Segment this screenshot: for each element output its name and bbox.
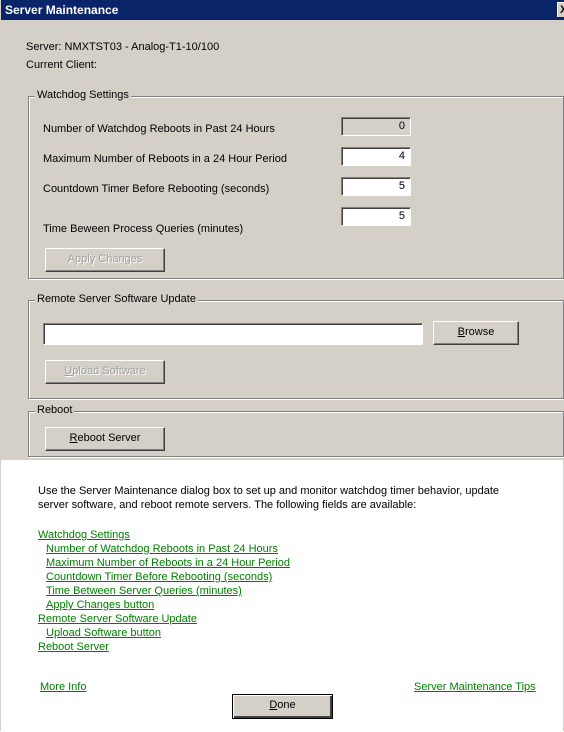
process-queries-label: Time Beween Process Queries (minutes) bbox=[43, 223, 244, 235]
max-reboots-input[interactable]: 4 bbox=[341, 147, 411, 166]
title-bar[interactable]: Server Maintenance X bbox=[1, 0, 564, 20]
software-update-group: Remote Server Software Update Browse Upl… bbox=[28, 293, 564, 399]
help-link-upload-software[interactable]: Upload Software button bbox=[46, 627, 161, 639]
help-link-max-reboots[interactable]: Maximum Number of Reboots in a 24 Hour P… bbox=[46, 557, 290, 569]
help-panel: Use the Server Maintenance dialog box to… bbox=[1, 460, 563, 732]
window-title: Server Maintenance bbox=[5, 3, 119, 17]
watchdog-reboots-label: Number of Watchdog Reboots in Past 24 Ho… bbox=[43, 123, 275, 135]
help-intro-line2: server software, and reboot remote serve… bbox=[38, 499, 417, 511]
watchdog-settings-legend: Watchdog Settings bbox=[35, 89, 131, 101]
reboot-legend: Reboot bbox=[35, 404, 75, 416]
software-path-input[interactable] bbox=[43, 323, 423, 345]
apply-changes-button[interactable]: Apply Changes bbox=[45, 248, 165, 272]
help-link-software-update[interactable]: Remote Server Software Update bbox=[38, 613, 197, 625]
more-info-link[interactable]: More Info bbox=[40, 681, 86, 693]
done-label: one bbox=[277, 699, 296, 711]
help-link-countdown-timer[interactable]: Countdown Timer Before Rebooting (second… bbox=[46, 571, 272, 583]
help-link-apply-changes[interactable]: Apply Changes button bbox=[46, 599, 154, 611]
upload-label: pload Software bbox=[72, 365, 146, 377]
countdown-timer-input[interactable]: 5 bbox=[341, 177, 411, 196]
browse-label: rowse bbox=[465, 326, 495, 338]
process-queries-input[interactable]: 5 bbox=[341, 207, 411, 226]
browse-mnemonic: B bbox=[457, 326, 465, 338]
help-link-server-queries[interactable]: Time Between Server Queries (minutes) bbox=[46, 585, 242, 597]
watchdog-settings-group: Watchdog Settings Number of Watchdog Reb… bbox=[28, 89, 564, 279]
help-link-reboot-server[interactable]: Reboot Server bbox=[38, 641, 109, 653]
watchdog-reboots-value: 0 bbox=[341, 117, 411, 136]
server-maintenance-tips-link[interactable]: Server Maintenance Tips bbox=[414, 681, 536, 693]
help-intro-line1: Use the Server Maintenance dialog box to… bbox=[38, 485, 500, 497]
reboot-group: Reboot Reboot Server bbox=[28, 404, 564, 457]
browse-button[interactable]: Browse bbox=[433, 321, 519, 345]
current-client-label: Current Client: bbox=[26, 59, 97, 71]
help-link-watchdog-reboots[interactable]: Number of Watchdog Reboots in Past 24 Ho… bbox=[46, 543, 278, 555]
help-link-watchdog-settings[interactable]: Watchdog Settings bbox=[38, 529, 130, 541]
reboot-label: eboot Server bbox=[77, 432, 141, 444]
server-maintenance-dialog: Server Maintenance X Server: NMXTST03 - … bbox=[0, 0, 564, 732]
done-button[interactable]: Done bbox=[232, 694, 333, 719]
max-reboots-label: Maximum Number of Reboots in a 24 Hour P… bbox=[43, 153, 287, 165]
close-icon[interactable]: X bbox=[557, 2, 564, 17]
reboot-server-button[interactable]: Reboot Server bbox=[45, 427, 165, 451]
countdown-timer-label: Countdown Timer Before Rebooting (second… bbox=[43, 183, 270, 195]
server-info: Server: NMXTST03 - Analog-T1-10/100 bbox=[26, 41, 220, 53]
software-update-legend: Remote Server Software Update bbox=[35, 293, 198, 305]
upload-software-button[interactable]: Upload Software bbox=[45, 360, 165, 384]
